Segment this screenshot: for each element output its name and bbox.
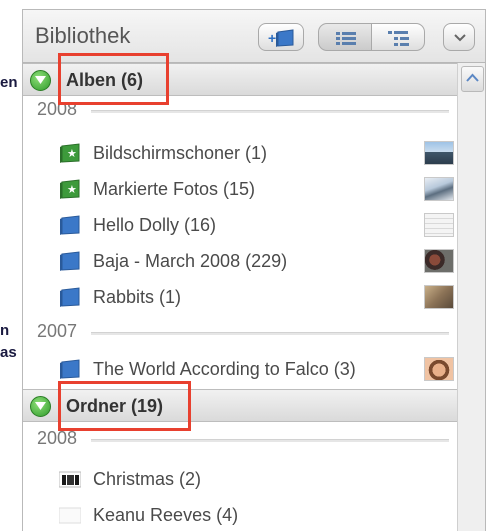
vertical-scrollbar[interactable]	[457, 63, 485, 531]
expand-toggle-icon[interactable]	[30, 396, 51, 417]
chevron-up-icon	[466, 73, 479, 82]
album-icon	[60, 251, 80, 271]
list-item-folder[interactable]: Christmas (2)	[23, 462, 457, 498]
list-item-album[interactable]: ★ Bildschirmschoner (1)	[23, 136, 457, 172]
tree-view-icon	[388, 31, 409, 46]
item-label: Hello Dolly (16)	[93, 215, 217, 235]
clipped-text-fragment: n	[0, 322, 10, 339]
chevron-down-icon	[454, 34, 466, 42]
list-item-album[interactable]: Baja - March 2008 (229)	[23, 244, 457, 280]
album-icon	[60, 215, 80, 235]
list-item-folder[interactable]: Keanu Reeves (4)	[23, 498, 457, 531]
add-album-icon: +	[268, 29, 294, 47]
tree-view-button[interactable]	[371, 23, 425, 51]
thumbnail-image	[424, 141, 454, 165]
item-label: Christmas (2)	[93, 469, 202, 489]
folder-thumb-icon	[59, 471, 81, 488]
divider-line	[91, 332, 449, 335]
highlight-box-albums	[58, 53, 169, 105]
item-label: Bildschirmschoner (1)	[93, 143, 268, 163]
item-label: Rabbits (1)	[93, 287, 182, 307]
folder-thumb-icon	[59, 507, 81, 524]
scroll-up-button[interactable]	[461, 66, 484, 92]
highlight-box-folders	[58, 381, 191, 431]
year-label: 2007	[37, 321, 78, 341]
expand-toggle-icon[interactable]	[30, 70, 51, 91]
list-item-album[interactable]: Rabbits (1)	[23, 280, 457, 316]
add-album-button[interactable]: +	[258, 23, 304, 51]
thumbnail-image	[424, 357, 454, 381]
divider-line	[91, 110, 449, 113]
svg-text:+: +	[268, 30, 276, 46]
thumbnail-image	[424, 285, 454, 309]
album-icon	[60, 287, 80, 307]
svg-text:★: ★	[67, 183, 77, 196]
thumbnail-image	[424, 249, 454, 273]
item-label: Markierte Fotos (15)	[93, 179, 256, 199]
library-content: Alben (6) 2008 ★ Bildschirmschoner (1) ★…	[23, 63, 457, 531]
list-item-album[interactable]: ★ Markierte Fotos (15)	[23, 172, 457, 208]
year-divider: 2007	[23, 319, 457, 345]
item-label: Keanu Reeves (4)	[93, 505, 239, 525]
list-view-button[interactable]	[318, 23, 372, 51]
svg-text:★: ★	[67, 147, 77, 160]
smart-album-icon: ★	[60, 179, 80, 199]
item-label: Baja - March 2008 (229)	[93, 251, 288, 271]
smart-album-icon: ★	[60, 143, 80, 163]
thumbnail-image	[424, 213, 454, 237]
item-label: The World According to Falco (3)	[93, 359, 356, 379]
panel-title: Bibliothek	[35, 23, 131, 48]
year-label: 2008	[37, 428, 78, 448]
list-item-album[interactable]: Hello Dolly (16)	[23, 208, 457, 244]
clipped-text-fragment: as	[0, 344, 17, 361]
thumbnail-image	[424, 177, 454, 201]
clipped-text-fragment: en	[0, 74, 18, 91]
panel-menu-button[interactable]	[443, 23, 475, 51]
list-view-icon	[336, 32, 356, 45]
album-icon	[60, 359, 80, 379]
divider-line	[91, 439, 449, 442]
